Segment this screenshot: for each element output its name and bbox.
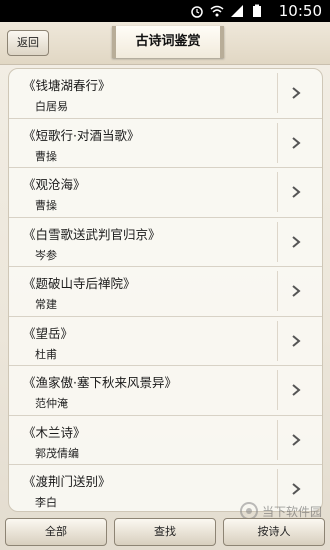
poem-author: 李白 — [35, 496, 57, 509]
list-item[interactable]: 《观沧海》曹操 — [9, 168, 322, 218]
chevron-right-icon — [292, 334, 301, 347]
search-button[interactable]: 查找 — [114, 518, 216, 546]
chevron-right-icon — [292, 384, 301, 396]
poem-list: 《钱塘湖春行》 白居易 《短歌行·对酒当歌》 曹操 《观沧海》 曹操 《白雪歌送武判官归京》… — [8, 68, 323, 512]
chevron-right-icon — [292, 285, 301, 297]
chevron-right-icon — [292, 483, 301, 495]
alarm-icon — [191, 6, 203, 18]
poem-title: 《题破山寺后禅院》 — [23, 276, 136, 291]
row-divider — [277, 122, 278, 163]
row-divider — [277, 221, 278, 262]
list-item[interactable]: 《白雪歌送武判官归京》岑参 — [9, 218, 322, 267]
poem-author: 岑参 — [35, 248, 57, 262]
poem-title: 《渡荆门送别》 — [23, 474, 111, 489]
status-bar: 10:50 — [0, 0, 330, 22]
poem-author: 范仲淹 — [35, 397, 68, 410]
row-divider — [277, 320, 278, 361]
all-button[interactable]: 全部 — [5, 518, 107, 546]
bottom-bar: 全部 查找 按诗人 — [0, 516, 330, 550]
list-item[interactable]: 《木兰诗》 郭茂倩编 — [9, 416, 322, 465]
chevron-right-icon — [292, 235, 301, 248]
poem-author: 曹操 — [35, 149, 57, 163]
list-item[interactable]: 《题破山寺后禅院》常建 — [9, 267, 322, 317]
poem-title: 《钱塘湖春行》 — [23, 78, 111, 93]
poem-author: 郭茂倩编 — [35, 446, 79, 460]
chevron-right-icon — [292, 186, 301, 198]
list-item[interactable]: 《短歌行·对酒当歌》曹操 — [9, 119, 322, 168]
poem-title: 《木兰诗》 — [23, 424, 86, 440]
list-item[interactable]: 《渔家傲·塞下秋来风景异》范仲淹 — [9, 366, 322, 416]
battery-icon — [253, 4, 261, 17]
chevron-right-icon — [292, 87, 301, 99]
row-divider — [277, 419, 278, 460]
poem-title: 《短歌行·对酒当歌》 — [23, 127, 140, 143]
poem-title: 《白雪歌送武判官归京》 — [23, 226, 161, 242]
chevron-right-icon — [292, 136, 301, 149]
status-icons — [190, 3, 264, 19]
list-item[interactable]: 《望岳》 杜甫 — [9, 317, 322, 366]
status-time: 10:50 — [278, 2, 322, 20]
chevron-right-icon — [292, 433, 301, 446]
poem-author: 白居易 — [35, 100, 68, 113]
poem-author: 常建 — [35, 298, 57, 311]
poem-title: 《渔家傲·塞下秋来风景异》 — [23, 375, 177, 390]
poem-author: 杜甫 — [35, 347, 57, 361]
poem-author: 曹操 — [35, 199, 57, 212]
row-divider — [277, 172, 278, 212]
back-button[interactable]: 返回 — [7, 30, 49, 56]
row-divider — [277, 73, 278, 113]
signal-icon — [231, 5, 243, 17]
list-item[interactable]: 《钱塘湖春行》白居易 — [9, 69, 322, 119]
row-divider — [277, 370, 278, 410]
header: 返回 古诗词鉴赏 — [0, 22, 330, 65]
by-poet-button[interactable]: 按诗人 — [223, 518, 325, 546]
page-title: 古诗词鉴赏 — [112, 26, 224, 58]
row-divider — [277, 271, 278, 311]
wifi-icon — [210, 5, 224, 17]
poem-title: 《观沧海》 — [23, 177, 86, 192]
poem-title: 《望岳》 — [23, 325, 74, 341]
